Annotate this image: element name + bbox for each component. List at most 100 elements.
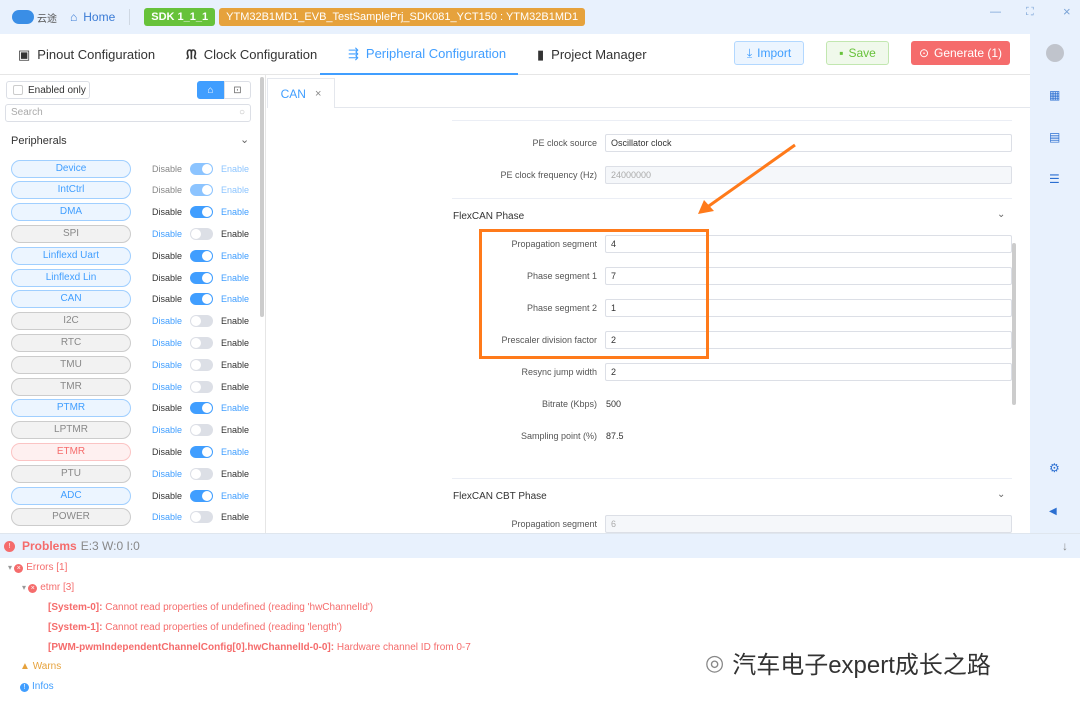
- disable-label[interactable]: Disable: [152, 360, 186, 370]
- peripheral-linflexd-uart-button[interactable]: Linflexd Uart: [11, 246, 131, 265]
- enable-label[interactable]: Enable: [221, 164, 249, 174]
- peripheral-spi-button[interactable]: SPI: [11, 224, 131, 243]
- enable-label[interactable]: Enable: [221, 207, 249, 217]
- disable-label[interactable]: Disable: [152, 251, 186, 261]
- chevron-down-icon[interactable]: ⌄: [997, 489, 1005, 500]
- disable-label[interactable]: Disable: [152, 469, 186, 479]
- tab-pinout-configuration[interactable]: ▣ Pinout Configuration: [18, 34, 155, 75]
- enable-toggle[interactable]: [190, 358, 213, 371]
- enable-toggle[interactable]: [190, 424, 213, 437]
- enable-label[interactable]: Enable: [221, 229, 249, 239]
- enable-toggle[interactable]: [190, 206, 213, 219]
- peripheral-adc-button[interactable]: ADC: [11, 486, 131, 505]
- peripheral-i2c-button[interactable]: I2C: [11, 312, 131, 331]
- disable-label[interactable]: Disable: [152, 447, 186, 457]
- errors-node[interactable]: ▾ × Errors [1]: [8, 562, 67, 573]
- save-button[interactable]: ▪ Save: [826, 41, 889, 65]
- enable-label[interactable]: Enable: [221, 294, 249, 304]
- problems-header[interactable]: ! Problems E:3 W:0 I:0 ↓: [0, 534, 1080, 558]
- chevron-down-icon[interactable]: ⌄: [240, 133, 249, 146]
- enable-label[interactable]: Enable: [221, 425, 249, 435]
- enable-toggle[interactable]: [190, 162, 213, 175]
- gear-icon[interactable]: ⚙: [1049, 461, 1060, 475]
- peripheral-ptu-button[interactable]: PTU: [11, 464, 131, 483]
- peripheral-linflexd-lin-button[interactable]: Linflexd Lin: [11, 268, 131, 287]
- document-icon[interactable]: ▤: [1049, 130, 1060, 144]
- peripheral-tmu-button[interactable]: TMU: [11, 355, 131, 374]
- peripherals-header[interactable]: Peripherals: [11, 135, 67, 147]
- infos-node[interactable]: ! Infos: [20, 681, 54, 692]
- tab-project-manager[interactable]: ▮ Project Manager: [537, 34, 647, 75]
- enable-label[interactable]: Enable: [221, 491, 249, 501]
- enable-toggle[interactable]: [190, 184, 213, 197]
- tab-can[interactable]: CAN ×: [267, 78, 335, 108]
- enable-toggle[interactable]: [190, 511, 213, 524]
- enable-label[interactable]: Enable: [221, 185, 249, 195]
- error-message[interactable]: [System-0]: Cannot read properties of un…: [48, 602, 373, 613]
- search-input[interactable]: Search ○: [5, 104, 251, 122]
- sliders-icon[interactable]: ☰: [1049, 172, 1060, 186]
- error-message[interactable]: [PWM-pwmIndependentChannelConfig[0].hwCh…: [48, 642, 471, 653]
- enable-toggle[interactable]: [190, 315, 213, 328]
- enable-toggle[interactable]: [190, 489, 213, 502]
- tab-clock-configuration[interactable]: ᙏ Clock Configuration: [186, 34, 317, 75]
- chevron-down-icon[interactable]: ⌄: [997, 209, 1005, 220]
- disable-label[interactable]: Disable: [152, 273, 186, 283]
- enable-toggle[interactable]: [190, 249, 213, 262]
- disable-label[interactable]: Disable: [152, 207, 186, 217]
- minimize-button[interactable]: —: [990, 6, 1001, 18]
- enable-label[interactable]: Enable: [221, 512, 249, 522]
- grid-icon[interactable]: ▦: [1049, 88, 1060, 102]
- enable-toggle[interactable]: [190, 445, 213, 458]
- enable-toggle[interactable]: [190, 380, 213, 393]
- peripheral-ptmr-button[interactable]: PTMR: [11, 399, 131, 418]
- peripheral-tmr-button[interactable]: TMR: [11, 377, 131, 396]
- peripheral-power-button[interactable]: POWER: [11, 508, 131, 527]
- enable-label[interactable]: Enable: [221, 273, 249, 283]
- enable-label[interactable]: Enable: [221, 338, 249, 348]
- disable-label[interactable]: Disable: [152, 316, 186, 326]
- arrow-down-icon[interactable]: ↓: [1062, 539, 1068, 553]
- tab-peripheral-configuration[interactable]: ⇶ Peripheral Configuration: [320, 34, 518, 75]
- disable-label[interactable]: Disable: [152, 425, 186, 435]
- flexcan-cbt-phase-header[interactable]: FlexCAN CBT Phase: [453, 491, 547, 502]
- enable-label[interactable]: Enable: [221, 316, 249, 326]
- enable-toggle[interactable]: [190, 271, 213, 284]
- disable-label[interactable]: Disable: [152, 403, 186, 413]
- scrollbar[interactable]: [1012, 243, 1016, 405]
- enable-label[interactable]: Enable: [221, 403, 249, 413]
- warns-node[interactable]: ▲ Warns: [20, 661, 61, 672]
- enable-toggle[interactable]: [190, 402, 213, 415]
- disable-label[interactable]: Disable: [152, 185, 186, 195]
- enable-label[interactable]: Enable: [221, 382, 249, 392]
- peripheral-dma-button[interactable]: DMA: [11, 203, 131, 222]
- resync-jump-width-input[interactable]: 2: [605, 363, 1012, 381]
- disable-label[interactable]: Disable: [152, 164, 186, 174]
- scrollbar[interactable]: [260, 77, 264, 317]
- maximize-button[interactable]: ⛶: [1026, 6, 1034, 19]
- enabled-only-checkbox[interactable]: Enabled only: [6, 81, 90, 99]
- disable-label[interactable]: Disable: [152, 491, 186, 501]
- peripheral-lptmr-button[interactable]: LPTMR: [11, 421, 131, 440]
- etmr-node[interactable]: ▾ × etmr [3]: [22, 582, 74, 593]
- enable-toggle[interactable]: [190, 293, 213, 306]
- import-button[interactable]: ⤓ Import: [734, 41, 804, 65]
- close-tab-icon[interactable]: ×: [315, 88, 321, 100]
- avatar[interactable]: [1046, 44, 1064, 62]
- enable-label[interactable]: Enable: [221, 469, 249, 479]
- peripheral-rtc-button[interactable]: RTC: [11, 333, 131, 352]
- enable-toggle[interactable]: [190, 467, 213, 480]
- disable-label[interactable]: Disable: [152, 229, 186, 239]
- generate-button[interactable]: ⊙ Generate (1): [911, 41, 1010, 65]
- enable-toggle[interactable]: [190, 336, 213, 349]
- collapse-left-icon[interactable]: ◀: [1049, 506, 1057, 517]
- disable-label[interactable]: Disable: [152, 338, 186, 348]
- home-button[interactable]: ⌂ Home: [70, 10, 115, 24]
- peripheral-can-button[interactable]: CAN: [11, 290, 131, 309]
- package-view-button[interactable]: ⊡: [224, 81, 251, 99]
- close-button[interactable]: ×: [1063, 4, 1071, 19]
- pe-clock-source-select[interactable]: Oscillator clock: [605, 134, 1012, 152]
- enable-label[interactable]: Enable: [221, 447, 249, 457]
- enable-label[interactable]: Enable: [221, 251, 249, 261]
- peripheral-etmr-button[interactable]: ETMR: [11, 442, 131, 461]
